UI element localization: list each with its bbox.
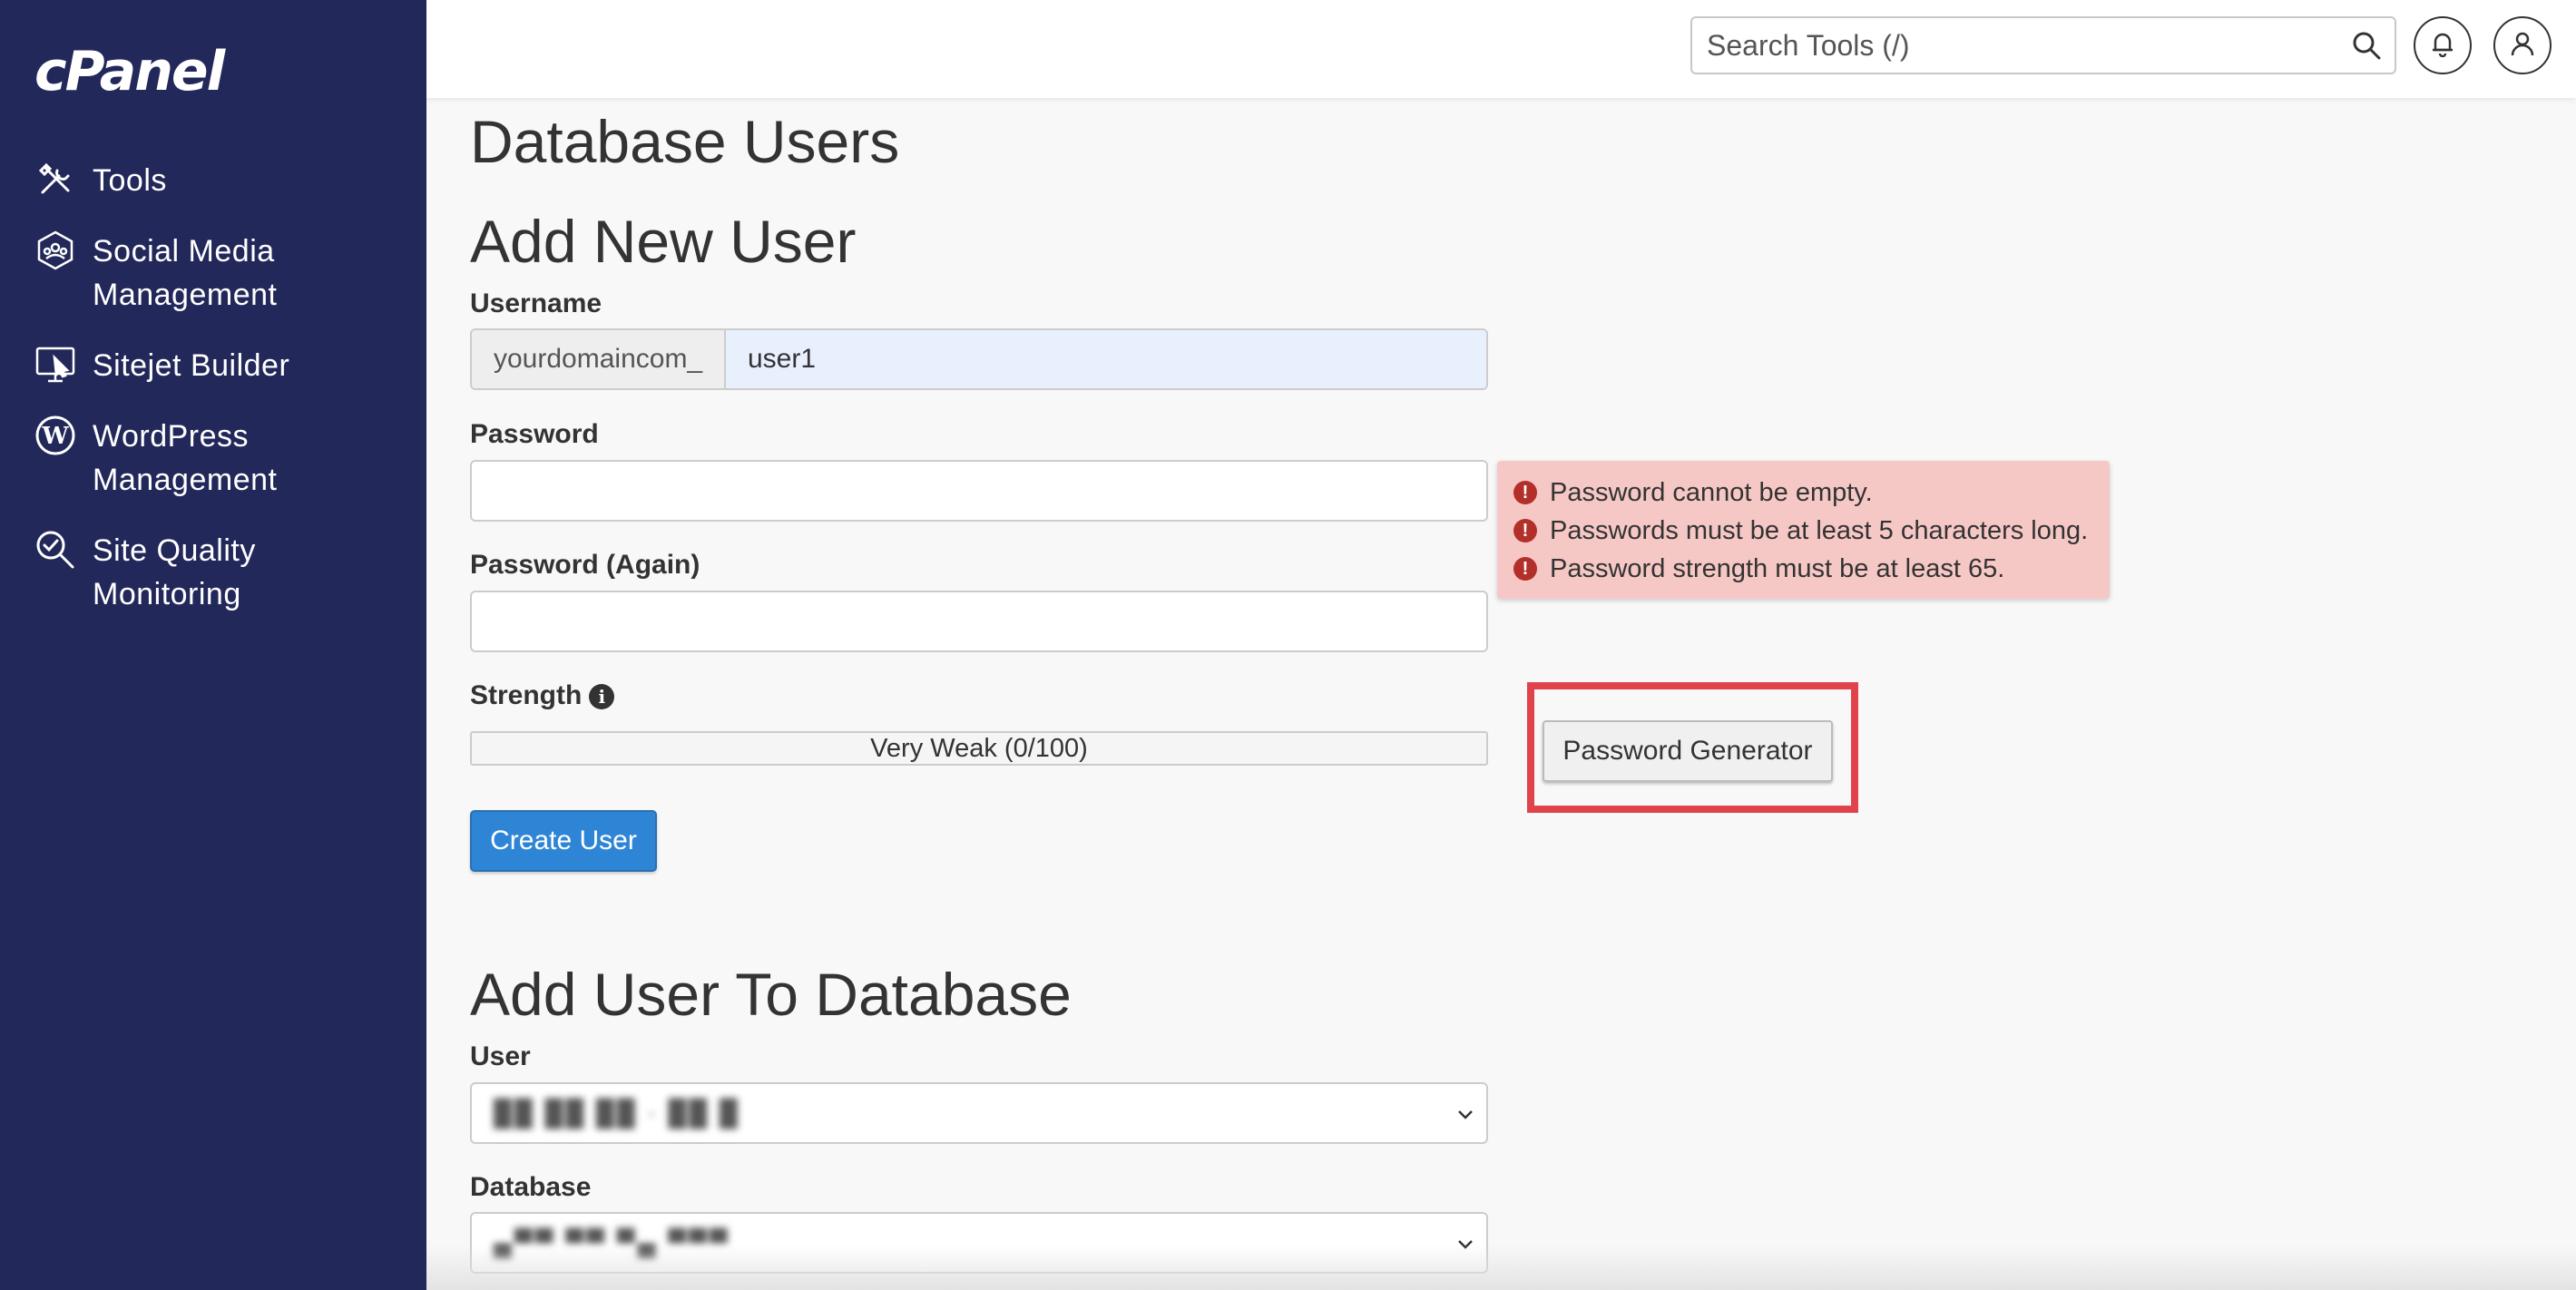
chevron-down-icon <box>1454 1102 1477 1130</box>
user-select-value: ██ ██ ██ · ██ █ <box>494 1099 740 1127</box>
username-input-group: yourdomaincom_ <box>470 328 1488 390</box>
user-select[interactable]: ██ ██ ██ · ██ █ <box>470 1082 1488 1144</box>
error-icon: ! <box>1513 519 1537 542</box>
strength-text: Very Weak (0/100) <box>870 733 1088 763</box>
search-input[interactable] <box>1692 18 2327 73</box>
bell-icon <box>2429 30 2456 62</box>
sidebar-item-label: WordPress Management <box>93 419 278 497</box>
search-box <box>1690 16 2396 74</box>
error-icon: ! <box>1513 481 1537 504</box>
password-again-label: Password (Again) <box>470 550 700 580</box>
database-select-label: Database <box>470 1172 592 1202</box>
sidebar-item-label: Social Media Management <box>93 234 278 312</box>
sidebar-item-sitejet[interactable]: Sitejet Builder <box>33 344 414 387</box>
error-message: ! Password cannot be empty. <box>1513 474 2110 512</box>
strength-label: Strength <box>470 680 583 710</box>
sidebar-item-wordpress[interactable]: W WordPress Management <box>33 415 414 502</box>
top-header <box>426 0 2576 98</box>
password-again-input[interactable] <box>472 592 1486 650</box>
sidebar: cPanel Tools Social Media Management Sit… <box>0 0 426 1290</box>
error-text: Passwords must be at least 5 characters … <box>1550 515 2089 545</box>
password-error-tooltip: ! Password cannot be empty. ! Passwords … <box>1497 461 2110 599</box>
page-title: Database Users <box>470 108 900 175</box>
password-field-wrapper <box>470 460 1488 522</box>
user-menu-button[interactable] <box>2493 16 2552 74</box>
wordpress-icon: W <box>33 413 78 458</box>
password-again-field-wrapper <box>470 591 1488 652</box>
create-user-button[interactable]: Create User <box>470 810 657 872</box>
username-label: Username <box>470 288 602 318</box>
bottom-fade <box>426 1245 2576 1290</box>
sidebar-item-social-media[interactable]: Social Media Management <box>33 230 414 317</box>
sidebar-item-label: Tools <box>93 163 167 198</box>
site-quality-icon <box>33 527 78 572</box>
notifications-button[interactable] <box>2414 16 2472 74</box>
password-input[interactable] <box>472 462 1486 520</box>
sidebar-item-tools[interactable]: Tools <box>33 159 414 202</box>
username-input[interactable] <box>726 330 1486 388</box>
sidebar-nav: Tools Social Media Management Sitejet Bu… <box>33 159 414 643</box>
add-user-to-database-heading: Add User To Database <box>470 961 1072 1028</box>
svg-text:W: W <box>41 423 69 450</box>
password-label: Password <box>470 419 599 449</box>
password-generator-button[interactable]: Password Generator <box>1543 720 1833 782</box>
sidebar-item-label: Sitejet Builder <box>93 348 290 383</box>
error-text: Password strength must be at least 65. <box>1550 553 2005 583</box>
add-new-user-heading: Add New User <box>470 208 857 275</box>
tools-icon <box>33 157 78 202</box>
error-text: Password cannot be empty. <box>1550 477 1873 507</box>
error-icon: ! <box>1513 557 1537 581</box>
username-prefix: yourdomaincom_ <box>472 330 726 388</box>
error-message: ! Password strength must be at least 65. <box>1513 550 2110 588</box>
sidebar-item-site-quality[interactable]: Site Quality Monitoring <box>33 529 414 616</box>
cpanel-logo[interactable]: cPanel <box>34 40 225 103</box>
sidebar-item-label: Site Quality Monitoring <box>93 533 256 611</box>
social-media-icon <box>33 228 78 273</box>
error-message: ! Passwords must be at least 5 character… <box>1513 512 2110 550</box>
strength-label-row: Strength i <box>470 680 615 711</box>
search-icon[interactable] <box>2351 30 2382 65</box>
info-icon[interactable]: i <box>589 684 615 710</box>
strength-meter: Very Weak (0/100) <box>470 731 1488 766</box>
user-select-label: User <box>470 1041 531 1071</box>
sitejet-icon <box>33 342 78 387</box>
user-icon <box>2509 30 2536 62</box>
